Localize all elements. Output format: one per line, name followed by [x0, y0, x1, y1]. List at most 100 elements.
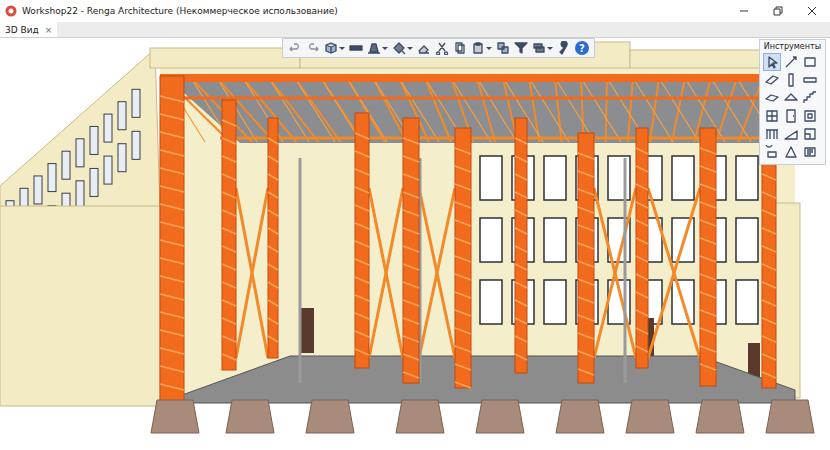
tool-button[interactable] [802, 144, 818, 160]
tool-button[interactable] [783, 72, 799, 88]
layers-icon [532, 41, 546, 55]
renga-window: Workshop22 - Renga Architecture (Некомме… [0, 0, 830, 450]
toolbar-button[interactable] [366, 40, 389, 56]
tool-button[interactable] [764, 126, 780, 142]
purlin [529, 78, 539, 142]
tool-button[interactable] [783, 54, 799, 70]
tool-button[interactable] [764, 144, 780, 160]
roof-truss [220, 137, 770, 140]
facade-window [76, 139, 84, 167]
toolbar-button[interactable] [434, 40, 450, 56]
close-icon[interactable] [798, 1, 826, 21]
tool-button[interactable] [764, 54, 780, 70]
steel-pole [624, 158, 627, 383]
toolbar-button[interactable] [513, 40, 529, 56]
cross-bracing [648, 188, 700, 358]
purlin [650, 78, 659, 142]
back-window [736, 156, 758, 200]
front-wall [0, 206, 160, 406]
paste-icon [471, 41, 485, 55]
purlin [477, 78, 495, 142]
toolbar-button[interactable] [470, 40, 493, 56]
minimize-icon[interactable] [730, 1, 758, 21]
dropdown-arrow-icon [486, 47, 492, 50]
foundation [766, 400, 814, 433]
facade-window [104, 156, 112, 184]
tool-button[interactable] [802, 72, 818, 88]
column [455, 128, 471, 388]
tool-button[interactable] [783, 144, 799, 160]
toolbar-button[interactable] [531, 40, 554, 56]
building-model[interactable] [0, 38, 830, 450]
tool-button[interactable] [802, 90, 818, 106]
column [222, 100, 236, 370]
toolbar-button[interactable]: ? [574, 40, 590, 56]
column [403, 118, 419, 383]
tools-title: Инструменты [764, 42, 821, 51]
toolbar-button[interactable] [495, 40, 511, 56]
roof-brace [711, 78, 751, 142]
view-cube-icon [324, 41, 338, 55]
roof-brace [477, 78, 517, 142]
purlin [581, 78, 584, 142]
roof-brace [529, 78, 569, 142]
title-bar: Workshop22 - Renga Architecture (Некомме… [0, 0, 830, 22]
toolbar-button[interactable] [305, 40, 321, 56]
roof-underside [165, 76, 790, 143]
column [700, 128, 716, 386]
back-window [736, 218, 758, 262]
toolbar-button[interactable] [416, 40, 432, 56]
back-window [544, 218, 566, 262]
facade-window [132, 89, 140, 117]
foundation [556, 400, 604, 433]
tool-button[interactable] [802, 108, 818, 124]
back-window [672, 156, 694, 200]
back-window [736, 280, 758, 324]
tool-button[interactable] [783, 108, 799, 124]
foundation [476, 400, 524, 433]
column [268, 118, 278, 358]
back-window [480, 280, 502, 324]
3d-viewport[interactable]: ? Инструменты [0, 38, 830, 450]
column [578, 133, 594, 383]
tool-button[interactable] [764, 72, 780, 88]
wall-icon [765, 73, 779, 87]
tool-button[interactable] [764, 90, 780, 106]
cross-bracing [594, 188, 636, 358]
roof-icon [784, 91, 798, 105]
roof-truss [160, 97, 790, 100]
help-icon: ? [575, 41, 589, 55]
toolbar-button[interactable] [556, 40, 572, 56]
window-controls [730, 1, 830, 21]
tool-button[interactable] [802, 126, 818, 142]
dropdown-arrow-icon [547, 47, 553, 50]
room-icon [803, 127, 817, 141]
purlin [628, 78, 633, 142]
toolbar-button[interactable] [452, 40, 468, 56]
undo-icon [288, 41, 302, 55]
foundation [626, 400, 674, 433]
toolbar-button[interactable] [287, 40, 303, 56]
tab-close-button[interactable]: × [45, 25, 53, 35]
roof-brace [659, 78, 699, 142]
dropdown-arrow-icon [339, 47, 345, 50]
restore-icon[interactable] [764, 1, 792, 21]
select-icon [765, 55, 779, 69]
toolbar-button[interactable] [391, 40, 414, 56]
section-icon [349, 41, 363, 55]
toolbar-button[interactable] [323, 40, 346, 56]
equipment-icon [765, 145, 779, 159]
tool-button[interactable] [802, 54, 818, 70]
foundation [396, 400, 444, 433]
opening-icon [803, 109, 817, 123]
toolbar-button[interactable] [348, 40, 364, 56]
view-tab[interactable]: 3D Вид× [0, 22, 57, 37]
tool-button[interactable] [783, 90, 799, 106]
back-window [608, 156, 630, 200]
dropdown-arrow-icon [382, 47, 388, 50]
tool-button[interactable] [764, 108, 780, 124]
facade-window [62, 151, 70, 179]
facade-window [90, 168, 98, 196]
tool-button[interactable] [783, 126, 799, 142]
column [160, 76, 184, 403]
